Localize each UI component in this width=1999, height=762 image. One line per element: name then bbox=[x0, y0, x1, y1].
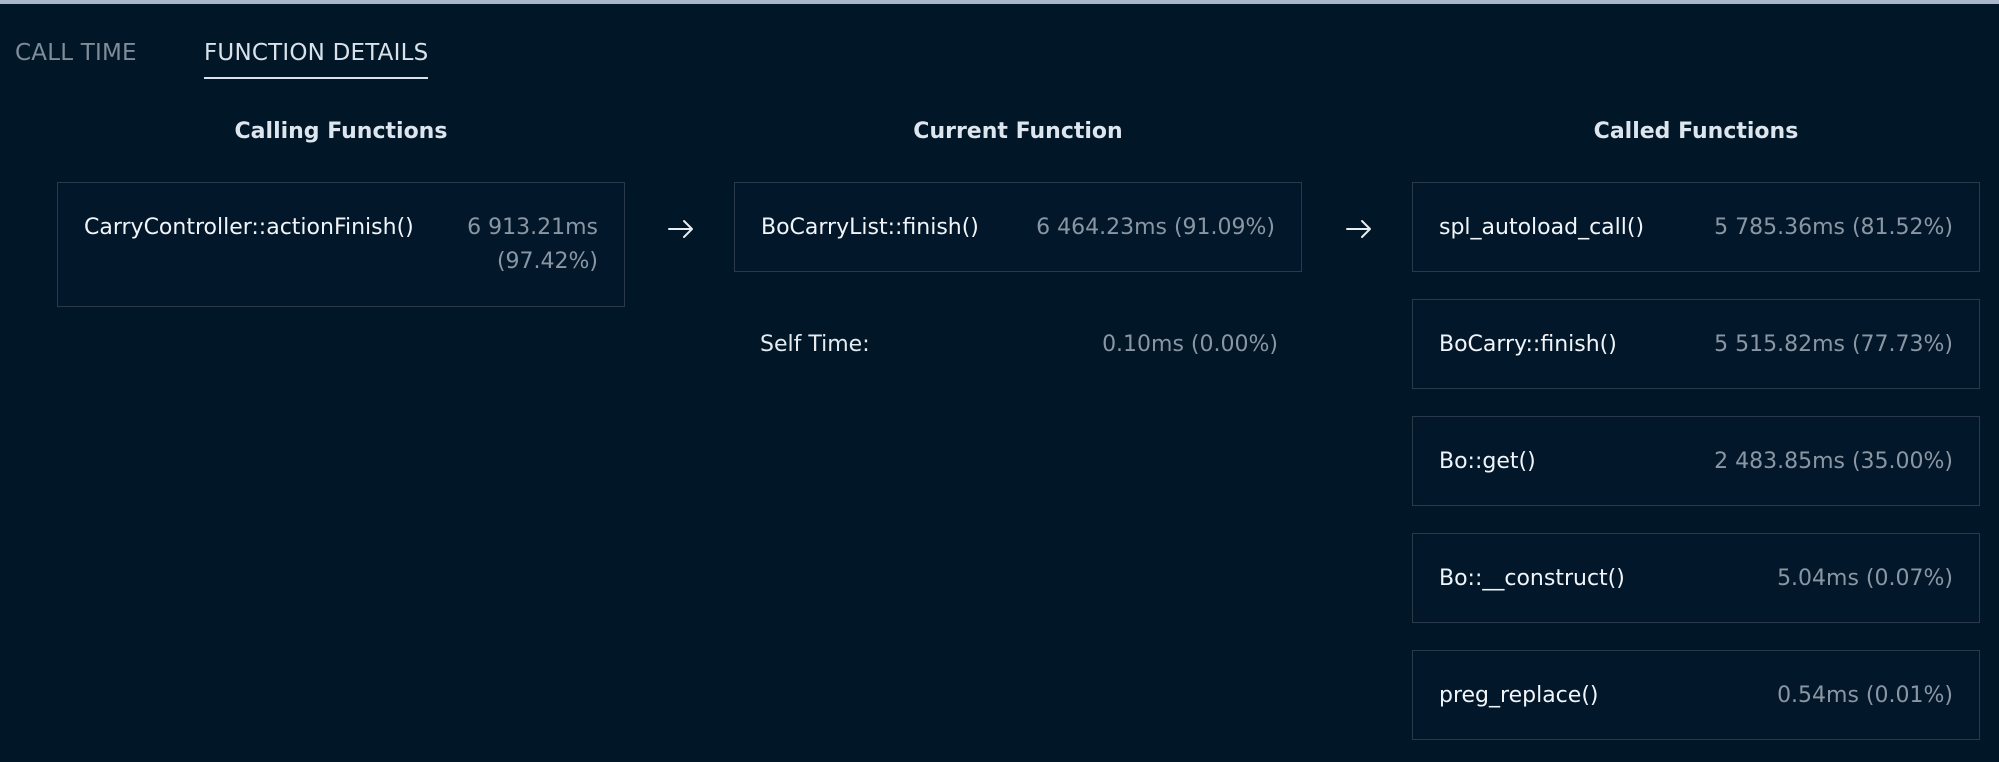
tab-call-time[interactable]: CALL TIME bbox=[15, 38, 137, 68]
called-function-item[interactable]: Bo::__construct() 5.04ms (0.07%) bbox=[1412, 533, 1980, 623]
function-name: Bo::__construct() bbox=[1439, 566, 1625, 591]
called-functions-heading: Called Functions bbox=[1593, 119, 1799, 144]
tab-function-details[interactable]: FUNCTION DETAILS bbox=[204, 38, 429, 79]
function-time-percent: (97.42%) bbox=[496, 249, 598, 274]
called-function-item[interactable]: Bo::get() 2 483.85ms (35.00%) bbox=[1412, 416, 1980, 506]
calling-functions-heading: Calling Functions bbox=[234, 119, 448, 144]
function-time: 6 464.23ms (91.09%) bbox=[1036, 215, 1275, 240]
function-time: 5 515.82ms (77.73%) bbox=[1714, 332, 1953, 357]
called-function-item[interactable]: BoCarry::finish() 5 515.82ms (77.73%) bbox=[1412, 299, 1980, 389]
function-time: 0.54ms (0.01%) bbox=[1777, 683, 1953, 708]
function-name: BoCarryList::finish() bbox=[761, 215, 979, 240]
function-name: Bo::get() bbox=[1439, 449, 1536, 474]
function-name: BoCarry::finish() bbox=[1439, 332, 1617, 357]
called-function-item[interactable]: preg_replace() 0.54ms (0.01%) bbox=[1412, 650, 1980, 740]
called-function-item[interactable]: spl_autoload_call() 5 785.36ms (81.52%) bbox=[1412, 182, 1980, 272]
function-time: 2 483.85ms (35.00%) bbox=[1714, 449, 1953, 474]
function-name: CarryController::actionFinish() bbox=[84, 215, 414, 240]
current-function-heading: Current Function bbox=[913, 119, 1123, 144]
function-time-value: 6 913.21ms bbox=[467, 215, 598, 240]
function-name: preg_replace() bbox=[1439, 683, 1599, 708]
function-time: 6 913.21ms (97.42%) bbox=[467, 211, 598, 279]
function-time: 5 785.36ms (81.52%) bbox=[1714, 215, 1953, 240]
function-time: 5.04ms (0.07%) bbox=[1777, 566, 1953, 591]
arrow-right-icon bbox=[1346, 220, 1371, 238]
tab-bar: CALL TIME FUNCTION DETAILS bbox=[0, 4, 1999, 80]
current-function-item[interactable]: BoCarryList::finish() 6 464.23ms (91.09%… bbox=[734, 182, 1302, 272]
self-time-label: Self Time: bbox=[760, 332, 870, 357]
calling-function-item[interactable]: CarryController::actionFinish() 6 913.21… bbox=[57, 182, 625, 307]
self-time-value: 0.10ms (0.00%) bbox=[1102, 332, 1278, 357]
arrow-right-icon bbox=[668, 220, 693, 238]
function-name: spl_autoload_call() bbox=[1439, 215, 1645, 240]
